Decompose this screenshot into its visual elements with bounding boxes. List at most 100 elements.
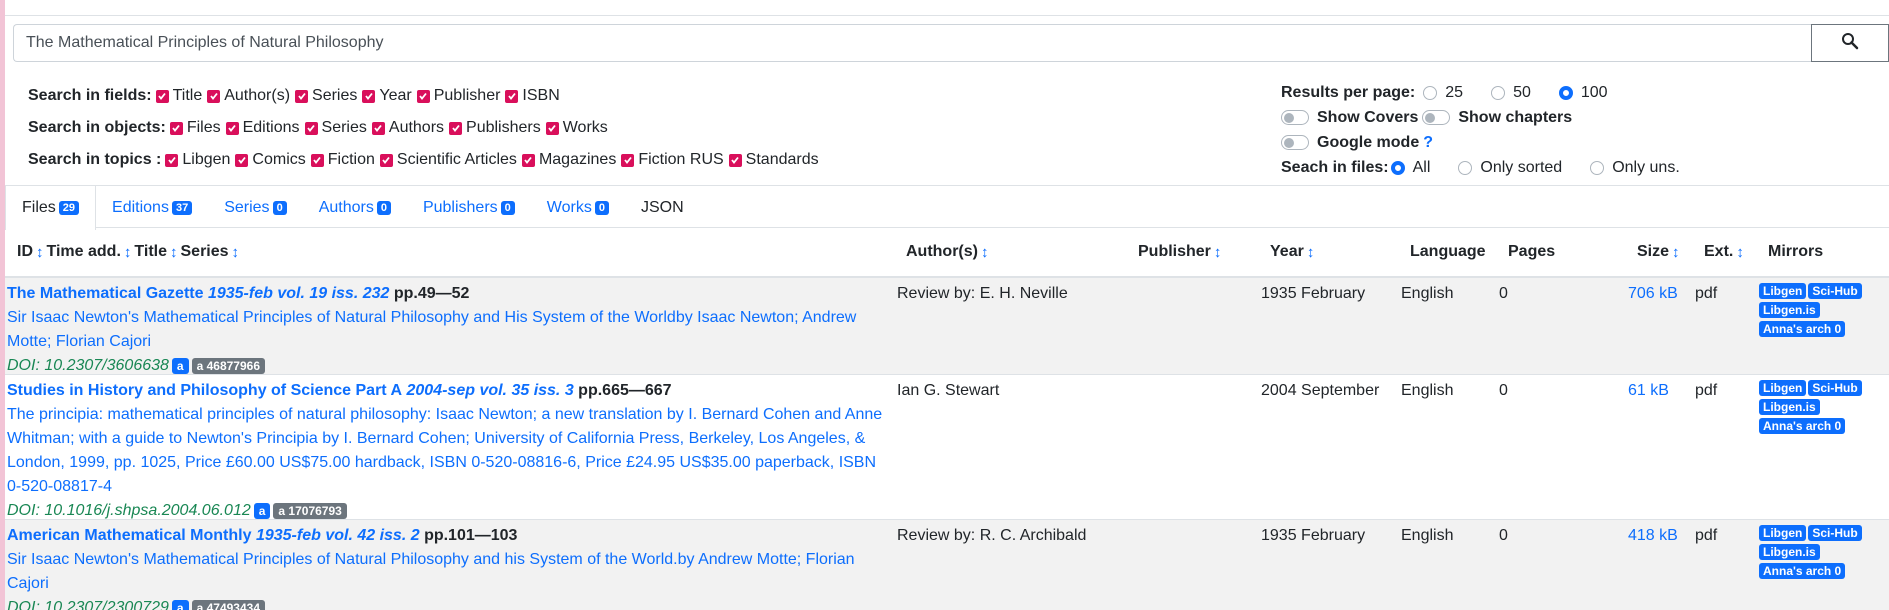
checkbox-fiction-rus[interactable]: Fiction RUS: [621, 151, 724, 169]
checkbox-series[interactable]: Series: [295, 87, 357, 105]
mirror-libgen-button[interactable]: Libgen: [1759, 283, 1807, 299]
ext-cell: pdf: [1695, 285, 1718, 302]
journal-link[interactable]: Studies in History and Philosophy of Sci…: [7, 382, 402, 399]
checkbox-check-icon: [362, 89, 376, 103]
checkbox-libgen[interactable]: Libgen: [165, 151, 230, 169]
checkbox-files[interactable]: Files: [169, 119, 221, 137]
checkbox-magazines[interactable]: Magazines: [521, 151, 616, 169]
mirror-annas-button[interactable]: Anna's arch 0: [1759, 418, 1846, 434]
show-chapters-label: Show chapters: [1458, 108, 1573, 126]
checkbox-standards[interactable]: Standards: [728, 151, 819, 169]
tab-files[interactable]: Files 29: [5, 186, 97, 230]
mirror-libgen-button[interactable]: Libgen: [1759, 380, 1807, 396]
col-ext-header[interactable]: Ext. ↕: [1704, 243, 1747, 261]
mirror-scihub-button[interactable]: Sci-Hub: [1808, 525, 1862, 541]
sort-icon: ↕: [1306, 243, 1315, 261]
google-mode-toggle[interactable]: [1281, 135, 1309, 150]
google-mode-help-link[interactable]: ?: [1423, 134, 1433, 152]
radio-100[interactable]: [1558, 85, 1573, 100]
issue-link[interactable]: 2004-sep vol. 35 iss. 3: [407, 382, 574, 399]
title-cell: Studies in History and Philosophy of Sci…: [7, 379, 892, 523]
year-cell: 1935 February: [1261, 527, 1366, 544]
id-badge[interactable]: a 46877966: [191, 358, 265, 374]
col-publisher-header[interactable]: Publisher ↕: [1138, 243, 1224, 261]
tab-editions[interactable]: Editions 37: [96, 186, 208, 229]
topics-label: Search in topics :: [28, 151, 162, 168]
journal-link[interactable]: American Mathematical Monthly: [7, 527, 252, 544]
tab-publishers[interactable]: Publishers 0: [407, 186, 531, 229]
doi-text: DOI: 10.2307/3606638: [7, 357, 169, 374]
checkbox-editions[interactable]: Editions: [225, 119, 300, 137]
col-title-header[interactable]: Title: [134, 243, 167, 261]
col-size-header[interactable]: Size ↕: [1637, 243, 1683, 261]
a-badge[interactable]: a: [253, 503, 271, 519]
size-link[interactable]: 706 kB: [1628, 282, 1678, 306]
checkbox-check-icon: [225, 121, 239, 135]
year-cell: 1935 February: [1261, 285, 1366, 302]
checkbox-obj-authors[interactable]: Authors: [371, 119, 444, 137]
col-id-header[interactable]: ID ↕ Time add. ↕ Title ↕ Series ↕: [17, 243, 242, 261]
radio-only-unsorted[interactable]: [1590, 160, 1605, 175]
article-title-link[interactable]: Sir Isaac Newton's Mathematical Principl…: [7, 306, 892, 354]
id-badge[interactable]: a 17076793: [273, 503, 347, 519]
col-time-added-header[interactable]: Time add.: [47, 243, 121, 261]
a-badge[interactable]: a: [171, 600, 189, 610]
checkbox-isbn[interactable]: ISBN: [505, 87, 560, 105]
tab-json[interactable]: JSON: [625, 186, 700, 229]
language-cell: English: [1401, 527, 1454, 544]
journal-link[interactable]: The Mathematical Gazette: [7, 285, 204, 302]
checkbox-scientific-articles[interactable]: Scientific Articles: [379, 151, 517, 169]
tab-authors[interactable]: Authors 0: [303, 186, 407, 229]
id-badge[interactable]: a 47493434: [191, 600, 265, 610]
ext-cell: pdf: [1695, 527, 1718, 544]
article-title-link[interactable]: Sir Isaac Newton's Mathematical Principl…: [7, 548, 892, 596]
checkbox-check-icon: [621, 153, 635, 167]
search-input[interactable]: [13, 24, 1811, 62]
topics-options: Search in topics : Libgen Comics Fiction…: [28, 144, 824, 176]
radio-only-sorted[interactable]: [1458, 160, 1473, 175]
mirror-libgen-is-button[interactable]: Libgen.is: [1759, 399, 1820, 415]
issue-link[interactable]: 1935-feb vol. 19 iss. 232: [208, 285, 389, 302]
ext-cell: pdf: [1695, 382, 1718, 399]
checkbox-year[interactable]: Year: [362, 87, 412, 105]
mirror-annas-button[interactable]: Anna's arch 0: [1759, 321, 1846, 337]
mirror-libgen-is-button[interactable]: Libgen.is: [1759, 544, 1820, 560]
col-year-header[interactable]: Year ↕: [1270, 243, 1317, 261]
col-authors-header[interactable]: Author(s) ↕: [906, 243, 991, 261]
checkbox-comics[interactable]: Comics: [235, 151, 306, 169]
size-link[interactable]: 418 kB: [1628, 524, 1678, 548]
mirror-libgen-button[interactable]: Libgen: [1759, 525, 1807, 541]
col-pages-header: Pages: [1508, 243, 1556, 260]
a-badge[interactable]: a: [171, 358, 189, 374]
size-link[interactable]: 61 kB: [1628, 379, 1669, 403]
checkbox-obj-publishers[interactable]: Publishers: [449, 119, 541, 137]
checkbox-check-icon: [310, 153, 324, 167]
tab-series[interactable]: Series 0: [208, 186, 302, 229]
tab-works[interactable]: Works 0: [531, 186, 625, 229]
author-cell: Ian G. Stewart: [897, 382, 1000, 399]
checkbox-obj-works[interactable]: Works: [545, 119, 608, 137]
show-covers-toggle[interactable]: [1281, 110, 1309, 125]
checkbox-obj-series[interactable]: Series: [304, 119, 367, 137]
checkbox-authors[interactable]: Author(s): [207, 87, 290, 105]
checkbox-publisher[interactable]: Publisher: [416, 87, 500, 105]
display-options: Results per page: 25 50 100 Show Covers …: [1281, 80, 1680, 180]
checkbox-fiction[interactable]: Fiction: [310, 151, 375, 169]
checkbox-check-icon: [295, 89, 309, 103]
doi-text: DOI: 10.1016/j.shpsa.2004.06.012: [7, 502, 251, 519]
checkbox-check-icon: [235, 153, 249, 167]
radio-all[interactable]: [1390, 160, 1405, 175]
show-chapters-toggle[interactable]: [1422, 110, 1451, 125]
issue-link[interactable]: 1935-feb vol. 42 iss. 2: [256, 527, 420, 544]
mirror-annas-button[interactable]: Anna's arch 0: [1759, 563, 1846, 579]
article-title-link[interactable]: The principia: mathematical principles o…: [7, 403, 892, 499]
radio-25[interactable]: [1423, 85, 1438, 100]
radio-50[interactable]: [1491, 85, 1506, 100]
search-button[interactable]: [1811, 24, 1889, 62]
checkbox-title[interactable]: Title: [155, 87, 202, 105]
mirror-libgen-is-button[interactable]: Libgen.is: [1759, 302, 1820, 318]
mirror-scihub-button[interactable]: Sci-Hub: [1808, 380, 1862, 396]
checkbox-check-icon: [545, 121, 559, 135]
mirror-scihub-button[interactable]: Sci-Hub: [1808, 283, 1862, 299]
col-series-header[interactable]: Series: [181, 243, 229, 261]
